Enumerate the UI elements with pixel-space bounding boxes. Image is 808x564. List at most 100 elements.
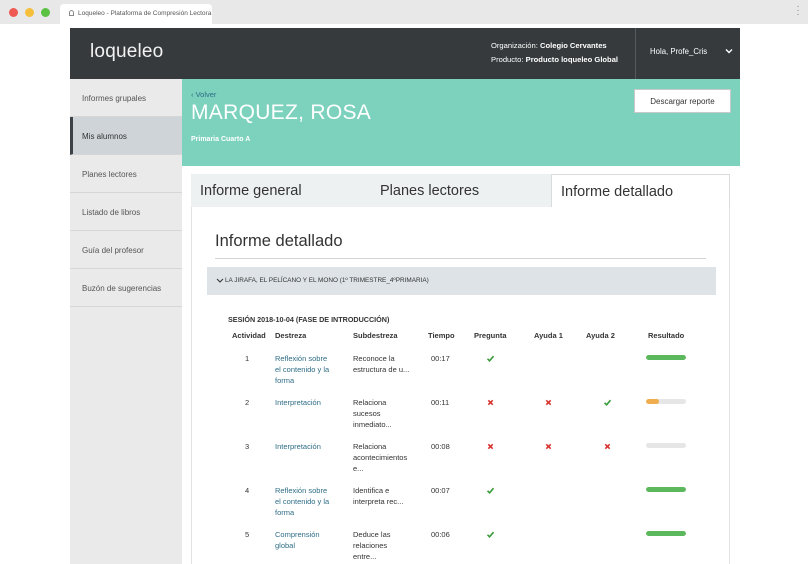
class-name: Primaria Cuarto A — [191, 136, 251, 143]
sidebar-item-mis-alumnos[interactable]: Mis alumnos — [70, 117, 182, 155]
book-accordion-header[interactable]: LA JIRAFA, EL PELÍCANO Y EL MONO (1º TRI… — [207, 267, 716, 295]
cross-icon — [545, 443, 552, 450]
session-title: SESIÓN 2018-10-04 (FASE DE INTRODUCCIÓN) — [228, 315, 390, 324]
time-value: 00:08 — [431, 442, 450, 451]
subdestreza-text: Deduce las relaciones entre... — [353, 529, 391, 562]
window-maximize-button[interactable] — [41, 8, 50, 17]
sidebar-item-buzon-de-sugerencias[interactable]: Buzón de sugerencias — [70, 269, 182, 307]
tab-informe-detallado[interactable]: Informe detallado — [551, 174, 730, 208]
cell-line: Interpretación — [275, 398, 321, 407]
download-report-button[interactable]: Descargar reporte — [634, 89, 731, 113]
sidebar-item-listado-de-libros[interactable]: Listado de libros — [70, 193, 182, 231]
cell-line: entre... — [353, 552, 377, 561]
sidebar: Informes grupales Mis alumnos Planes lec… — [70, 79, 182, 564]
sidebar-item-guia-del-profesor[interactable]: Guía del profesor — [70, 231, 182, 269]
destreza-link[interactable]: Interpretación — [275, 441, 321, 452]
column-header-resultado: Resultado — [648, 331, 685, 340]
logo[interactable]: loqueleo — [90, 41, 163, 63]
sidebar-item-informes-grupales[interactable]: Informes grupales — [70, 79, 182, 117]
cross-icon — [487, 399, 494, 406]
column-header-actividad: Actividad — [232, 331, 266, 340]
cross-icon — [487, 443, 494, 450]
time-value: 00:17 — [431, 354, 450, 363]
cell-line: Reconoce la — [353, 354, 395, 363]
cross-icon — [604, 443, 611, 450]
destreza-link[interactable]: Comprensión global — [275, 529, 320, 551]
cell-line: Reflexión sobre — [275, 486, 328, 495]
cell-line: sucesos — [353, 409, 381, 418]
divider — [215, 258, 706, 259]
result-bar-fill — [646, 487, 686, 492]
page-icon — [69, 10, 74, 16]
column-header-pregunta: Pregunta — [474, 331, 507, 340]
org-label: Organización: — [491, 41, 538, 50]
check-icon — [486, 487, 495, 494]
activity-number: 4 — [245, 486, 250, 495]
report-title: Informe detallado — [215, 232, 343, 250]
window-minimize-button[interactable] — [25, 8, 34, 17]
cell-line: global — [275, 541, 296, 550]
header-divider — [635, 28, 636, 79]
browser-chrome: Loqueleo - Plataforma de Compresión Lect… — [0, 0, 808, 24]
report-panel — [191, 207, 730, 564]
check-icon — [486, 531, 495, 538]
browser-menu-icon[interactable]: · · · — [796, 2, 800, 20]
subdestreza-text: Relaciona sucesos inmediato... — [353, 397, 392, 430]
activity-number: 3 — [245, 442, 250, 451]
column-header-subdestreza: Subdestreza — [353, 331, 398, 340]
cell-line: forma — [275, 376, 295, 385]
time-value: 00:06 — [431, 530, 450, 539]
column-header-tiempo: Tiempo — [428, 331, 455, 340]
browser-tab[interactable]: Loqueleo - Plataforma de Compresión Lect… — [60, 4, 212, 24]
result-bar — [646, 443, 686, 448]
app-header: loqueleo Organización: Colegio Cervantes… — [70, 28, 740, 79]
result-bar — [646, 399, 686, 404]
sidebar-item-planes-lectores[interactable]: Planes lectores — [70, 155, 182, 193]
cell-line: Deduce las — [353, 530, 391, 539]
chevron-down-icon[interactable] — [724, 46, 734, 56]
activity-number: 5 — [245, 530, 250, 539]
result-bar-fill — [646, 355, 686, 360]
cell-line: Comprensión — [275, 530, 320, 539]
cross-icon — [545, 399, 552, 406]
book-title: LA JIRAFA, EL PELÍCANO Y EL MONO (1º TRI… — [225, 277, 429, 284]
result-bar-fill — [646, 531, 686, 536]
tab-informe-general[interactable]: Informe general — [191, 174, 373, 208]
result-bar-fill — [646, 399, 660, 404]
cell-line: el contenido y la — [275, 497, 330, 506]
student-hero: ‹ Volver MARQUEZ, ROSA Primaria Cuarto A… — [182, 79, 740, 166]
destreza-link[interactable]: Reflexión sobre el contenido y la forma — [275, 485, 329, 518]
cell-line: Identifica e — [353, 486, 390, 495]
tab-planes-lectores[interactable]: Planes lectores — [371, 174, 551, 208]
cell-line: forma — [275, 508, 295, 517]
cell-line: Interpretación — [275, 442, 321, 451]
destreza-link[interactable]: Interpretación — [275, 397, 321, 408]
user-greeting[interactable]: Hola, Profe_Cris — [650, 47, 707, 56]
time-value: 00:07 — [431, 486, 450, 495]
cell-line: Reflexión sobre — [275, 354, 328, 363]
cell-line: estructura de u... — [353, 365, 410, 374]
activity-number: 2 — [245, 398, 250, 407]
chevron-down-icon — [216, 278, 224, 283]
check-icon — [486, 355, 495, 362]
cell-line: el contenido y la — [275, 365, 330, 374]
product-label: Producto: — [491, 55, 524, 64]
result-bar — [646, 355, 686, 360]
column-header-ayuda-2: Ayuda 2 — [586, 331, 615, 340]
activity-number: 1 — [245, 354, 250, 363]
back-link[interactable]: ‹ Volver — [191, 90, 216, 99]
destreza-link[interactable]: Reflexión sobre el contenido y la forma — [275, 353, 329, 386]
org-value: Colegio Cervantes — [539, 41, 607, 50]
student-name: MARQUEZ, ROSA — [191, 101, 372, 124]
check-icon — [603, 399, 612, 406]
time-value: 00:11 — [431, 398, 450, 407]
cell-line: inmediato... — [353, 420, 392, 429]
subdestreza-text: Reconoce la estructura de u... — [353, 353, 409, 375]
window-close-button[interactable] — [9, 8, 18, 17]
column-header-destreza: Destreza — [275, 331, 307, 340]
column-header-ayuda-1: Ayuda 1 — [534, 331, 563, 340]
cell-line: Relaciona — [353, 398, 387, 407]
cell-line: e... — [353, 464, 364, 473]
result-bar — [646, 487, 686, 492]
browser-tab-title: Loqueleo - Plataforma de Compresión Lect… — [78, 10, 212, 17]
